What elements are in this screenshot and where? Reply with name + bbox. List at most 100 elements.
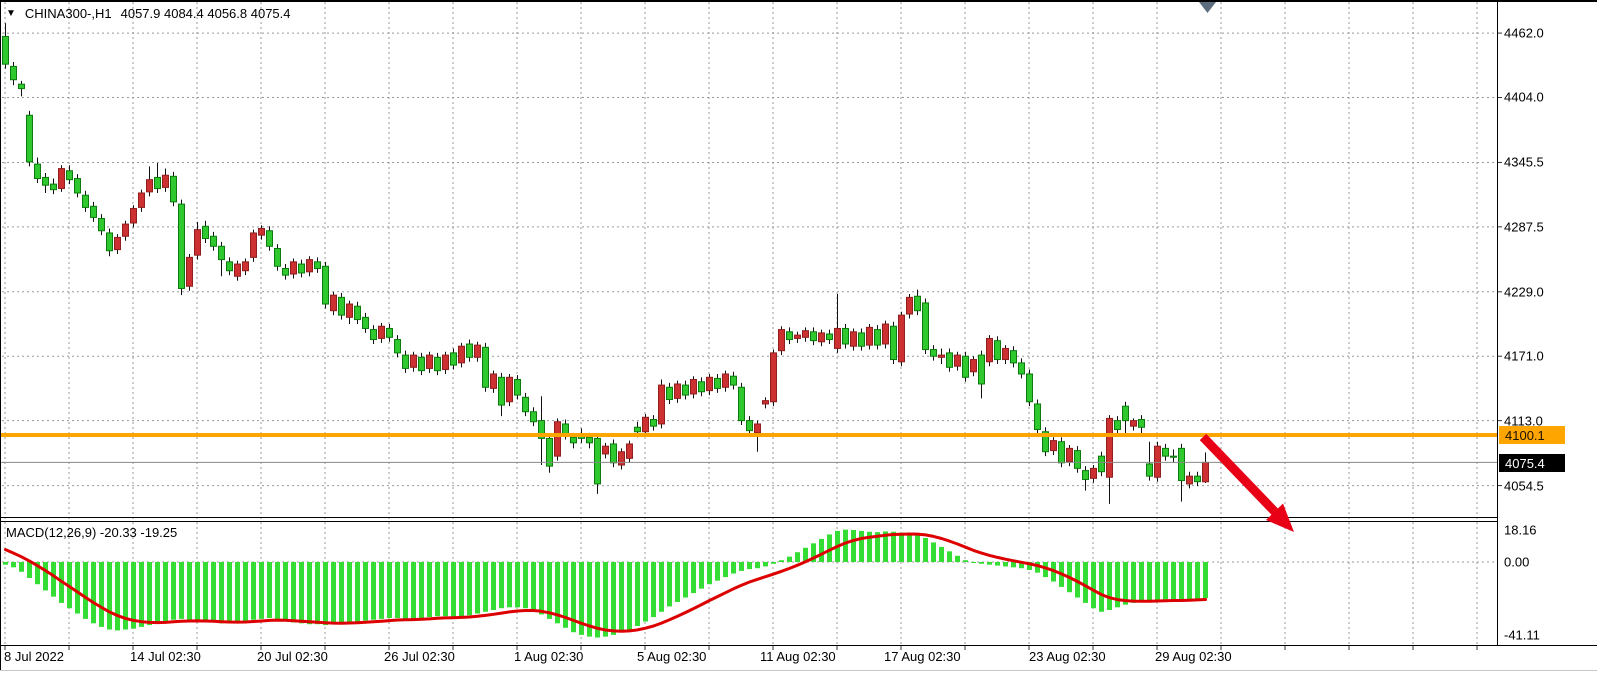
- candle-bullish: [291, 262, 297, 274]
- candle-bullish: [491, 374, 497, 388]
- macd-bar: [819, 539, 824, 562]
- candle-bullish: [1067, 448, 1073, 461]
- candle-bearish: [1147, 464, 1153, 476]
- macd-bar: [971, 562, 976, 563]
- candle-bearish: [1011, 351, 1017, 363]
- candle-bullish: [1107, 418, 1113, 477]
- macd-indicator-label: MACD(12,26,9) -20.33 -19.25: [6, 525, 177, 540]
- macd-bar: [491, 562, 496, 610]
- macd-bar: [115, 562, 120, 630]
- macd-bar: [547, 562, 552, 619]
- chart-window: ▼ CHINA300-,H1 4057.9 4084.4 4056.8 4075…: [0, 0, 1597, 675]
- hline-price-tag: 4100.1: [1499, 426, 1565, 444]
- ohlc-readout: 4057.9 4084.4 4056.8 4075.4: [121, 6, 291, 21]
- candle-bullish: [691, 380, 697, 394]
- macd-bar: [707, 562, 712, 584]
- candle-bearish: [227, 262, 233, 271]
- candle-bearish: [915, 296, 921, 310]
- macd-bar: [363, 562, 368, 621]
- macd-bar: [931, 542, 936, 562]
- macd-bar: [499, 562, 504, 608]
- candle-bearish: [99, 219, 105, 231]
- candle-bearish: [595, 438, 601, 484]
- candle-bearish: [91, 206, 97, 217]
- macd-bar: [723, 562, 728, 577]
- macd-bar: [619, 562, 624, 632]
- price-axis-label: 4287.5: [1504, 219, 1544, 234]
- candle-bearish: [571, 437, 577, 443]
- candle-bullish: [147, 180, 153, 192]
- time-axis-label: 5 Aug 02:30: [637, 649, 706, 664]
- macd-bar: [19, 562, 24, 572]
- chart-header: ▼ CHINA300-,H1 4057.9 4084.4 4056.8 4075…: [6, 6, 291, 21]
- macd-axis-label: 18.16: [1504, 522, 1537, 537]
- candle-bullish: [459, 346, 465, 363]
- macd-bar: [939, 547, 944, 562]
- candle-bearish: [1083, 471, 1089, 480]
- candle-bearish: [859, 333, 865, 346]
- candle-bullish: [443, 355, 449, 369]
- candle-bearish: [371, 330, 377, 340]
- candle-bearish: [155, 177, 161, 188]
- candle-bearish: [179, 204, 185, 288]
- candle-bearish: [1163, 448, 1169, 456]
- macd-bar: [627, 562, 632, 630]
- macd-bar: [1123, 562, 1128, 605]
- macd-bar: [235, 562, 240, 622]
- macd-bar: [179, 562, 184, 619]
- macd-bar: [731, 562, 736, 574]
- candle-bullish: [411, 355, 417, 367]
- macd-axis-label: 0.00: [1504, 554, 1529, 569]
- candle-bearish: [683, 385, 689, 395]
- macd-bar: [75, 562, 80, 614]
- candle-bearish: [203, 226, 209, 238]
- candle-bearish: [267, 231, 273, 247]
- macd-bar: [275, 562, 280, 619]
- macd-bar: [779, 560, 784, 562]
- chart-canvas[interactable]: [0, 0, 1597, 675]
- candle-bullish: [131, 209, 137, 223]
- macd-axis-label: -41.11: [1504, 628, 1540, 643]
- candle-bullish: [795, 335, 801, 338]
- time-axis-label: 1 Aug 02:30: [514, 649, 583, 664]
- macd-bar: [355, 562, 360, 622]
- candle-bearish: [515, 380, 521, 396]
- candle-bullish: [1003, 348, 1009, 359]
- candle-bullish: [331, 295, 337, 311]
- macd-bar: [155, 562, 160, 623]
- macd-bar: [747, 562, 752, 569]
- candle-bullish: [1051, 441, 1057, 451]
- candle-bearish: [587, 437, 593, 443]
- macd-bar: [283, 562, 288, 621]
- macd-bar: [331, 562, 336, 624]
- candle-bullish: [971, 360, 977, 372]
- macd-bar: [83, 562, 88, 619]
- macd-bar: [1147, 562, 1152, 601]
- time-axis-label: 26 Jul 02:30: [384, 649, 455, 664]
- candle-bearish: [403, 355, 409, 368]
- candle-bullish: [1203, 462, 1209, 481]
- macd-bar: [3, 562, 8, 565]
- macd-bar: [259, 562, 264, 619]
- candle-bearish: [843, 328, 849, 344]
- macd-bar: [435, 562, 440, 616]
- macd-bar: [1171, 562, 1176, 600]
- macd-bar: [163, 562, 168, 622]
- candle-bullish: [1091, 468, 1097, 478]
- macd-bar: [187, 562, 192, 620]
- candle-bullish: [427, 355, 433, 368]
- macd-bar: [467, 562, 472, 615]
- macd-bar: [291, 562, 296, 622]
- macd-bar: [1011, 562, 1016, 567]
- symbol-dropdown-icon[interactable]: ▼: [6, 7, 16, 20]
- candle-bearish: [1099, 456, 1105, 472]
- candle-bearish: [947, 353, 953, 367]
- macd-bar: [611, 562, 616, 635]
- candle-bullish: [955, 355, 961, 366]
- candle-bearish: [1075, 451, 1081, 469]
- candle-bearish: [387, 328, 393, 337]
- macd-bar: [635, 562, 640, 626]
- candle-bearish: [3, 36, 9, 64]
- time-axis-label: 11 Aug 02:30: [760, 649, 836, 664]
- macd-bar: [699, 562, 704, 589]
